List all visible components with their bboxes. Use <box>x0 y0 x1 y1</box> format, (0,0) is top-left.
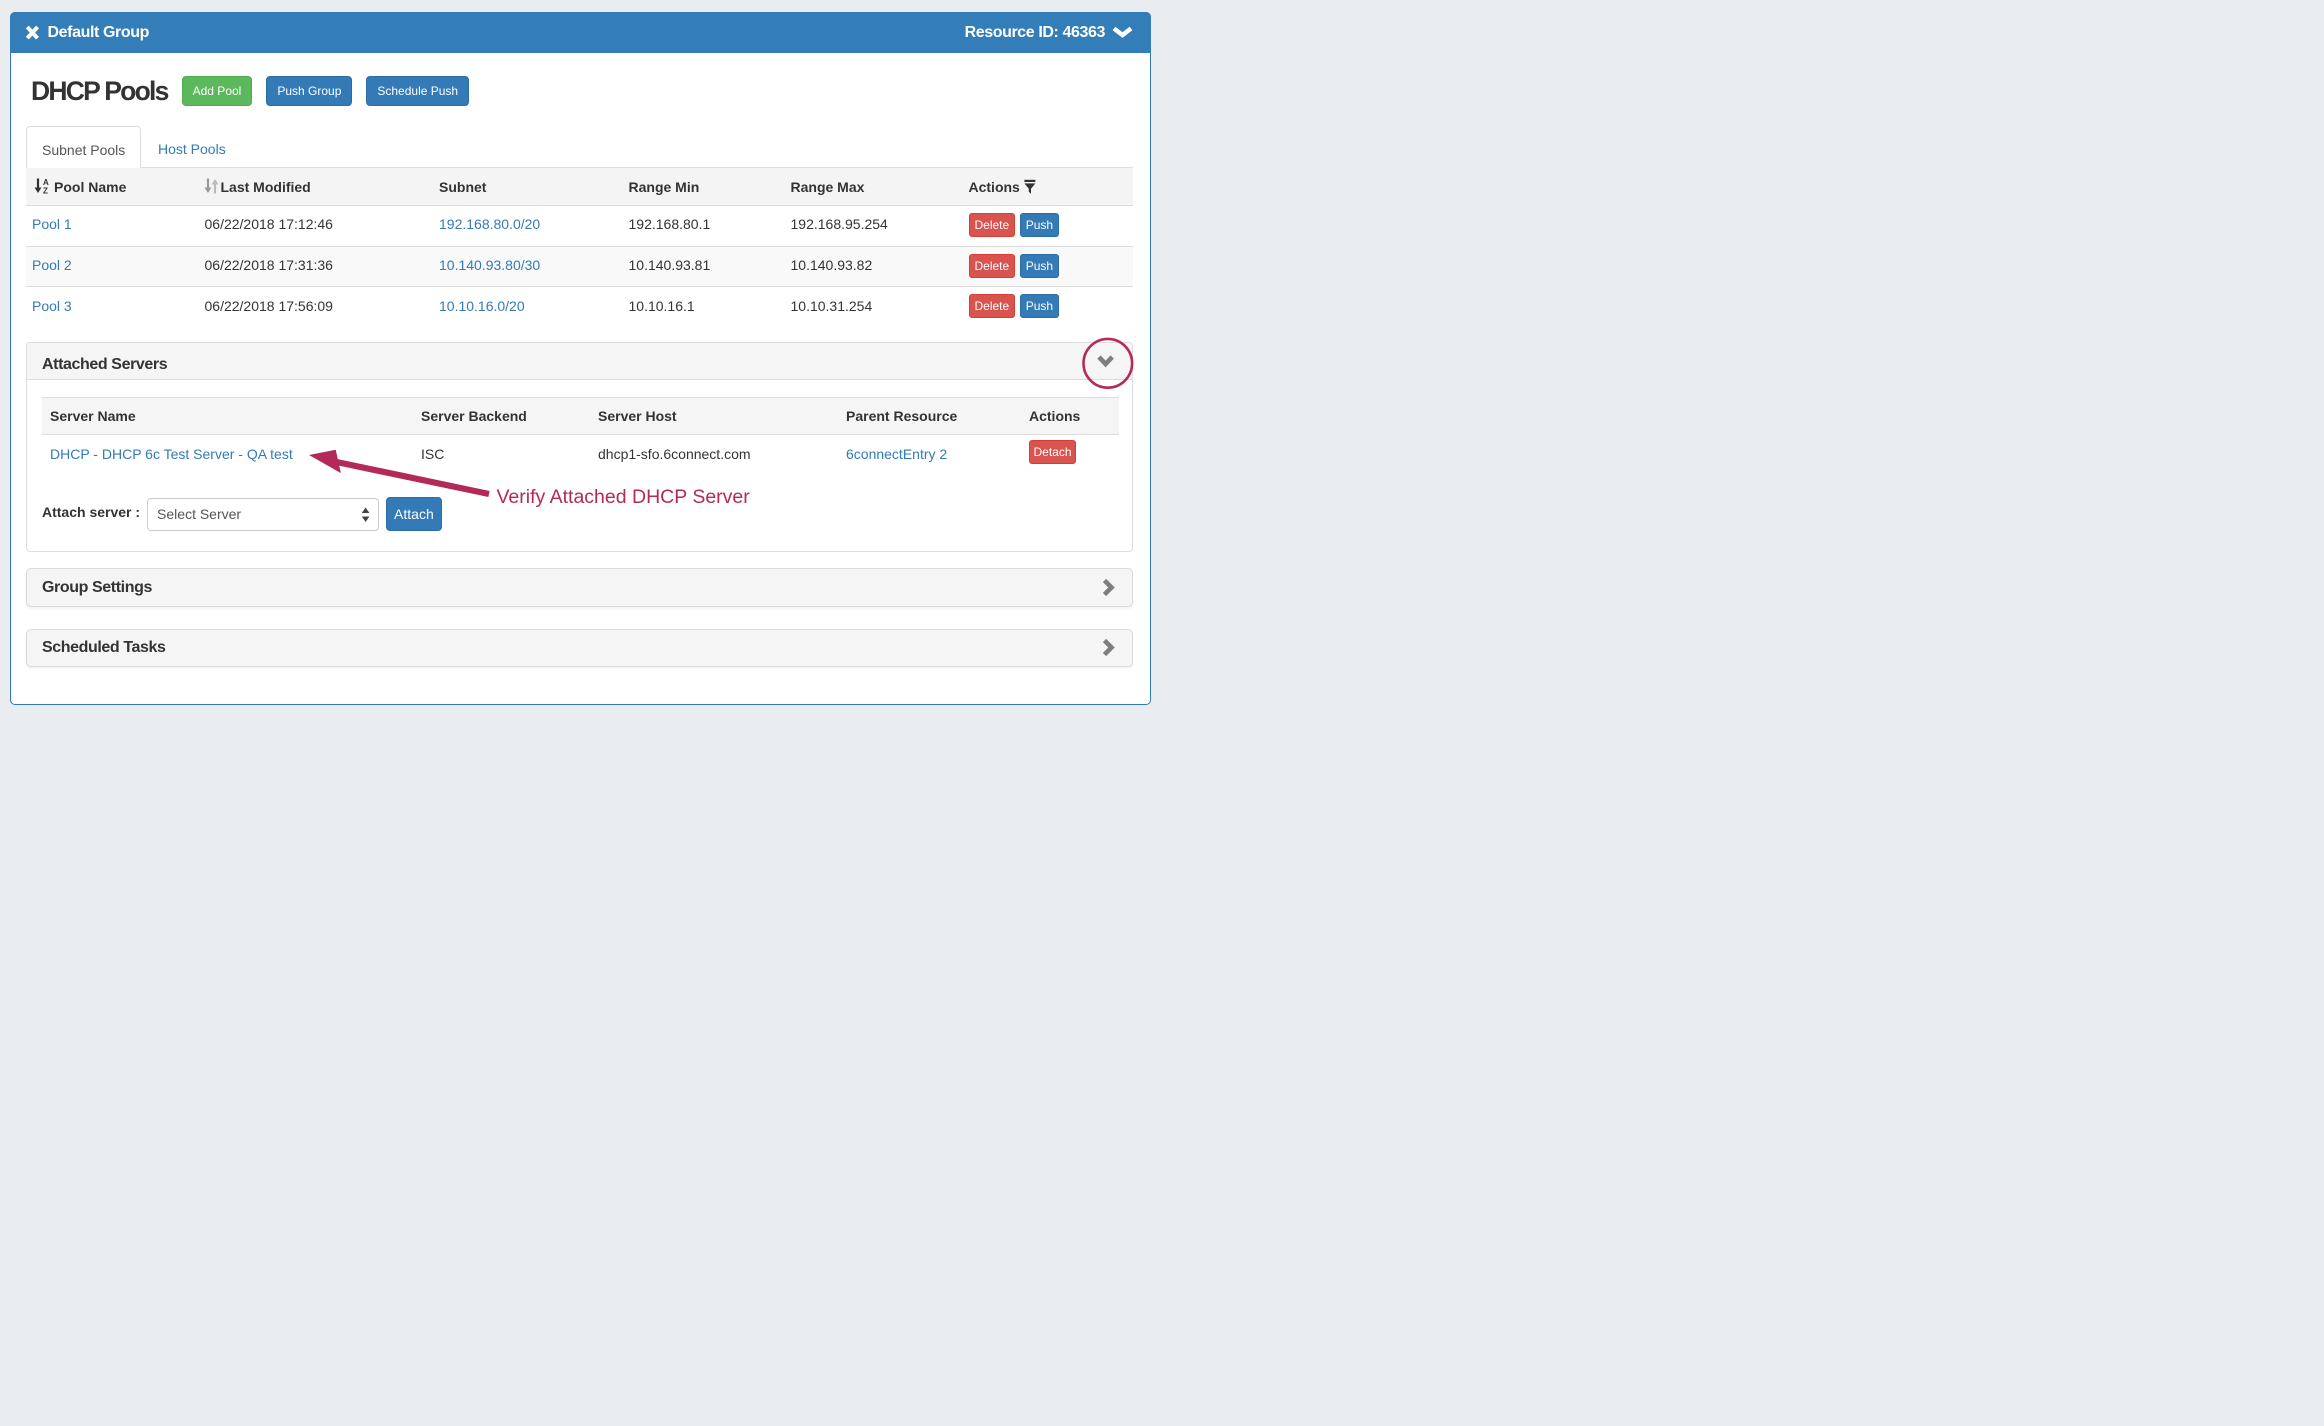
svg-text:Z: Z <box>43 186 48 194</box>
